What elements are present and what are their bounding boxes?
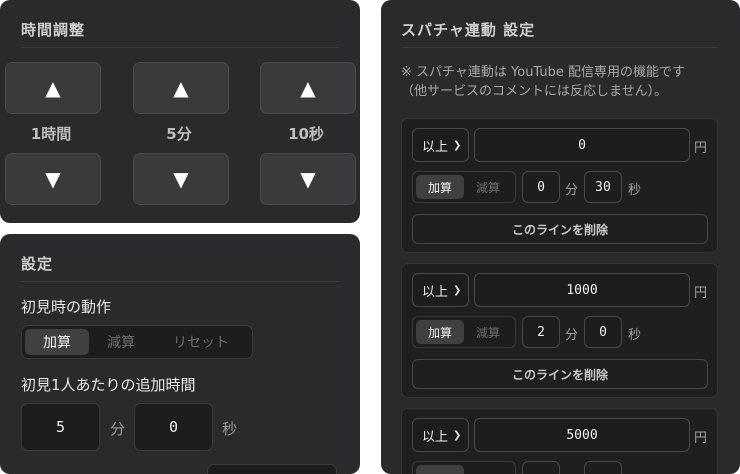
divider [21, 281, 339, 282]
divider [401, 47, 719, 48]
condition-select[interactable]: 以上 ❯ [412, 418, 469, 452]
seconds-unit: 秒 [628, 328, 642, 343]
seconds-input[interactable]: 0 [584, 316, 622, 348]
seconds-unit: 秒 [628, 183, 642, 198]
second-down-button[interactable]: ▼ [260, 153, 356, 205]
panel-title: 時間調整 [21, 21, 86, 39]
minutes-input[interactable]: 2 [522, 316, 560, 348]
minutes-input[interactable]: 0 [522, 171, 560, 203]
yen-unit: 円 [694, 141, 708, 156]
minutes-unit: 分 [565, 328, 579, 343]
seconds-input[interactable] [584, 461, 622, 474]
superchat-rule-card: 以上 ❯ 5000 円 [401, 408, 718, 474]
panel-title: 設定 [21, 255, 54, 273]
extra-seconds-input[interactable]: 0 [134, 403, 213, 451]
next-toggle-partial[interactable] [207, 464, 337, 474]
hour-up-button[interactable]: ▲ [5, 62, 101, 114]
seconds-unit: 秒 [222, 420, 238, 438]
settings-panel: 設定 初見時の動作 加算 減算 リセット 初見1人あたりの追加時間 5 分 0 … [0, 234, 360, 474]
yen-unit: 円 [694, 286, 708, 301]
first-action-subtract[interactable]: 減算 [89, 329, 153, 355]
minute-down-button[interactable]: ▼ [133, 153, 229, 205]
amount-input[interactable]: 0 [474, 128, 690, 162]
youtube-only-note: ※ スパチャ連動は YouTube 配信専用の機能です [401, 65, 686, 80]
add-sub-toggle: 加算 減算 [412, 171, 516, 203]
first-action-reset[interactable]: リセット [153, 329, 249, 355]
hour-label: 1時間 [30, 125, 72, 143]
chevron-down-icon: ❯ [453, 284, 462, 296]
triangle-down-icon: ▼ [300, 167, 316, 191]
add-sub-toggle: 加算 減算 [412, 316, 516, 348]
minutes-unit: 分 [110, 420, 126, 438]
seconds-input[interactable]: 30 [584, 171, 622, 203]
triangle-up-icon: ▲ [45, 76, 61, 100]
superchat-rule-card: 以上 ❯ 1000 円 加算 減算 2 分 0 秒 このラインを削除 [401, 263, 718, 398]
triangle-down-icon: ▼ [45, 167, 61, 191]
superchat-settings-panel: スパチャ連動 設定 ※ スパチャ連動は YouTube 配信専用の機能です （他… [381, 0, 740, 474]
triangle-down-icon: ▼ [173, 167, 189, 191]
mode-add[interactable]: 加算 [416, 320, 464, 344]
divider [21, 47, 339, 48]
minutes-unit: 分 [565, 183, 579, 198]
first-action-toggle: 加算 減算 リセット [21, 325, 253, 359]
amount-input[interactable]: 5000 [474, 418, 690, 452]
time-adjust-panel: 時間調整 ▲ ▲ ▲ 1時間 5分 10秒 ▼ ▼ ▼ [0, 0, 360, 223]
youtube-only-note-2: （他サービスのコメントには反応しません）。 [401, 84, 668, 99]
condition-select[interactable]: 以上 ❯ [412, 128, 469, 162]
superchat-rule-card: 以上 ❯ 0 円 加算 減算 0 分 30 秒 このラインを削除 [401, 118, 718, 253]
second-up-button[interactable]: ▲ [260, 62, 356, 114]
second-label: 10秒 [288, 125, 324, 143]
mode-add[interactable]: 加算 [416, 175, 464, 199]
amount-input[interactable]: 1000 [474, 273, 690, 307]
mode-subtract[interactable]: 減算 [464, 175, 512, 199]
chevron-down-icon: ❯ [453, 139, 462, 151]
panel-title: スパチャ連動 設定 [401, 21, 536, 39]
triangle-up-icon: ▲ [300, 76, 316, 100]
hour-down-button[interactable]: ▼ [5, 153, 101, 205]
triangle-up-icon: ▲ [173, 76, 189, 100]
extra-minutes-input[interactable]: 5 [21, 403, 100, 451]
yen-unit: 円 [694, 431, 708, 446]
chevron-down-icon: ❯ [453, 429, 462, 441]
mode-subtract[interactable]: 減算 [464, 320, 512, 344]
first-action-label: 初見時の動作 [21, 298, 112, 316]
minute-up-button[interactable]: ▲ [133, 62, 229, 114]
minute-label: 5分 [166, 125, 192, 143]
delete-line-button[interactable]: このラインを削除 [412, 359, 708, 389]
delete-line-button[interactable]: このラインを削除 [412, 214, 708, 244]
add-sub-toggle [412, 461, 516, 474]
minutes-input[interactable] [522, 461, 560, 474]
first-action-add[interactable]: 加算 [25, 329, 89, 355]
condition-select[interactable]: 以上 ❯ [412, 273, 469, 307]
extra-time-label: 初見1人あたりの追加時間 [21, 376, 196, 394]
